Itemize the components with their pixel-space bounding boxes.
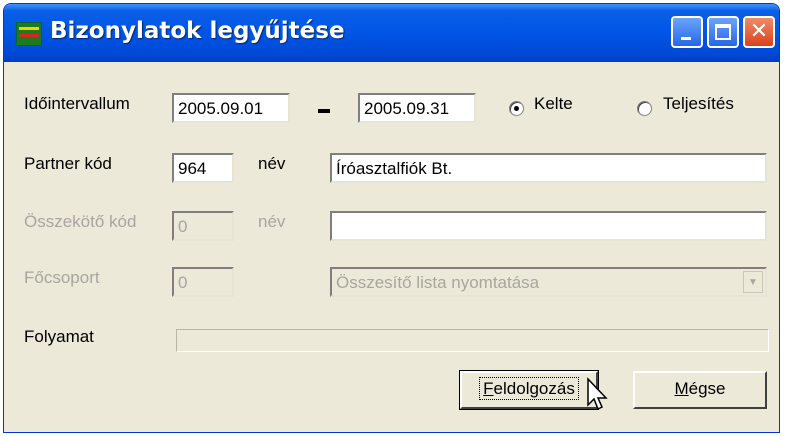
partner-name-label: név — [258, 154, 286, 173]
linking-name-field[interactable] — [330, 211, 767, 241]
date-from-field[interactable]: 2005.09.01 — [172, 93, 290, 123]
title-bar[interactable]: Bizonylatok legyűjtése ✕ — [4, 4, 779, 62]
minimize-icon — [681, 37, 691, 40]
partner-name-field[interactable]: Íróasztalfiók Bt. — [330, 153, 767, 183]
close-icon: ✕ — [749, 19, 769, 44]
partner-code-field[interactable]: 964 — [172, 153, 234, 183]
maximize-icon — [715, 24, 731, 40]
dropdown-arrow-icon: ▼ — [743, 271, 763, 293]
minimize-button[interactable] — [671, 16, 703, 48]
process-button[interactable]: Feldolgozás — [459, 370, 599, 410]
report-type-value: Összesítő lista nyomtatása — [336, 273, 540, 292]
linking-code-label: Összekötő kód — [24, 212, 137, 231]
interval-label: Időintervallum — [24, 94, 130, 113]
linking-code-field: 0 — [172, 211, 234, 241]
radio-teljesites[interactable] — [637, 101, 652, 116]
cancel-button[interactable]: Mégse — [633, 371, 767, 409]
maximize-button[interactable] — [707, 16, 739, 48]
radio-kelte[interactable] — [509, 101, 524, 116]
progress-bar — [176, 329, 769, 352]
linking-name-label: név — [258, 212, 286, 231]
partner-code-label: Partner kód — [24, 154, 112, 173]
progress-label: Folyamat — [24, 327, 94, 346]
main-group-code-field: 0 — [172, 267, 234, 297]
app-icon[interactable] — [16, 22, 42, 46]
radio-teljesites-label[interactable]: Teljesítés — [663, 94, 734, 114]
main-group-label: Főcsoport — [24, 268, 100, 287]
mouse-cursor-icon — [587, 377, 608, 411]
radio-kelte-label[interactable]: Kelte — [534, 94, 573, 114]
window-title: Bizonylatok legyűjtése — [50, 18, 345, 44]
close-button[interactable]: ✕ — [743, 16, 775, 48]
report-type-select: Összesítő lista nyomtatása ▼ — [330, 267, 767, 297]
dialog-window: Bizonylatok legyűjtése ✕ Időintervallum … — [3, 3, 780, 433]
range-dash — [318, 109, 330, 113]
date-to-field[interactable]: 2005.09.31 — [358, 93, 476, 123]
